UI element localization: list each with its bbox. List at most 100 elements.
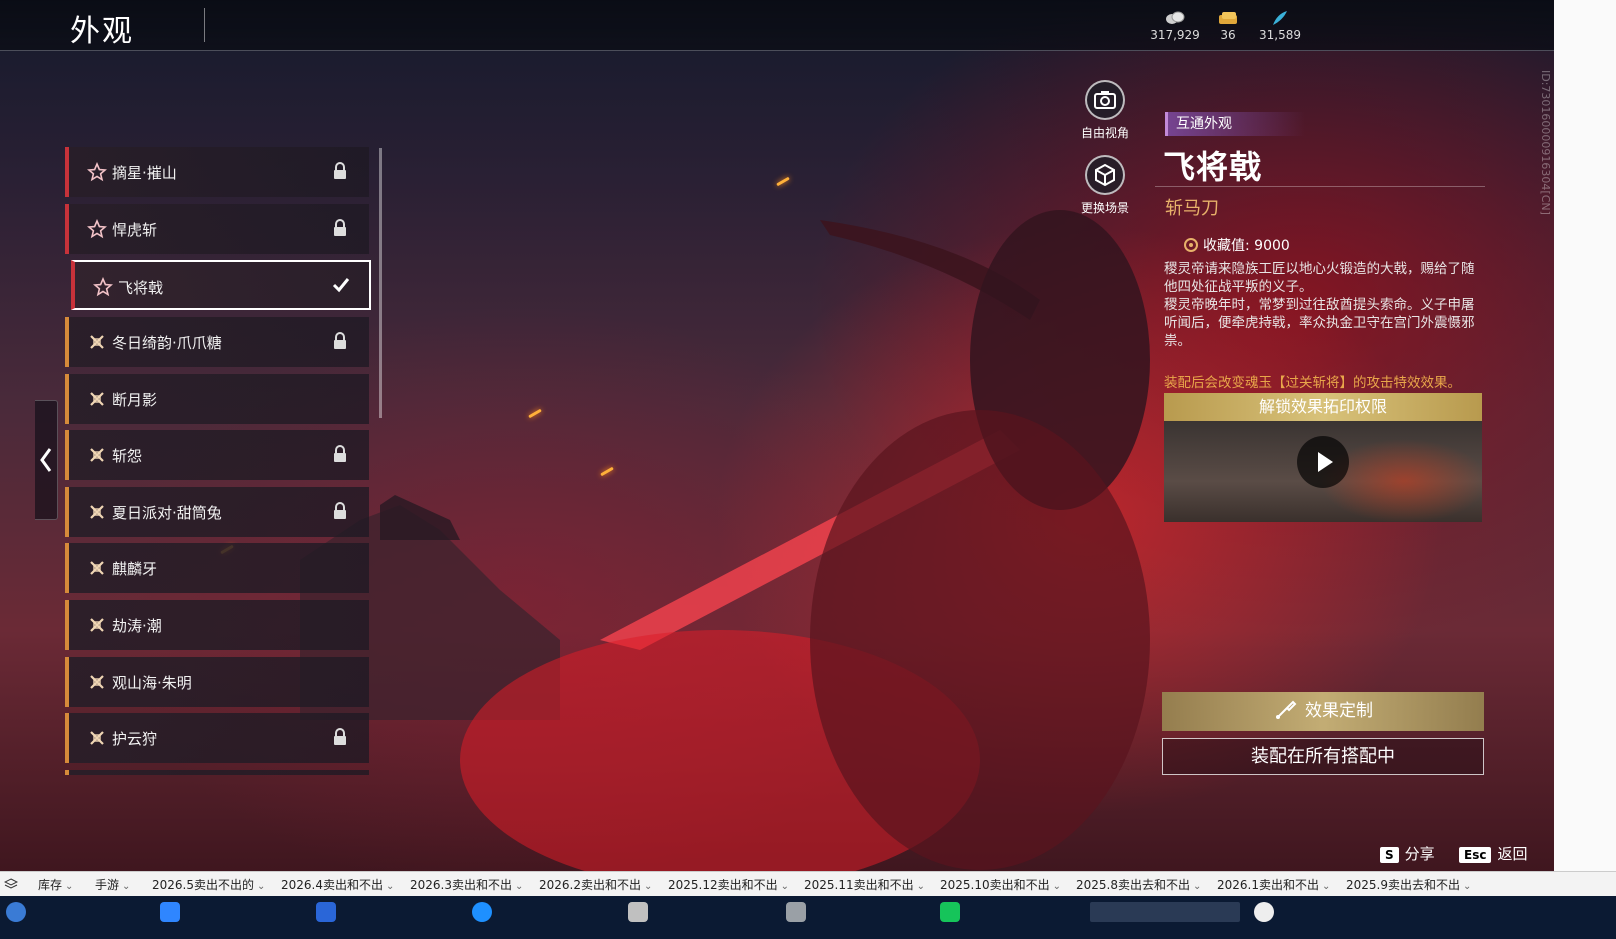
item-label: 观山海·朱明 bbox=[112, 674, 192, 692]
bookmark-folder[interactable]: 2026.4卖出和不出 ⌄ bbox=[281, 876, 394, 893]
list-item-partial[interactable] bbox=[65, 770, 369, 775]
lock-icon bbox=[334, 445, 346, 462]
cross-icon bbox=[90, 675, 104, 689]
bookmark-label: 2025.9卖出去和不出 bbox=[1346, 878, 1460, 892]
bookmark-folder[interactable]: 2025.8卖出去和不出 ⌄ bbox=[1076, 876, 1201, 893]
cross-icon bbox=[90, 448, 104, 462]
chevron-down-icon: ⌄ bbox=[386, 881, 395, 892]
chevron-down-icon: ⌄ bbox=[122, 881, 131, 892]
play-icon[interactable] bbox=[1297, 436, 1349, 488]
bookmark-label: 2026.4卖出和不出 bbox=[281, 878, 383, 892]
title-divider bbox=[204, 8, 205, 42]
item-label: 断月影 bbox=[112, 391, 158, 409]
chevron-down-icon: ⌄ bbox=[515, 881, 524, 892]
bookmarks-bar: 库存 ⌄ 手游 ⌄ 2026.5卖出不出的 ⌄ 2026.4卖出和不出 ⌄ 2026.3… bbox=[0, 871, 1616, 897]
list-item-selected[interactable]: 飞将戟 bbox=[71, 260, 371, 310]
bookmark-folder[interactable]: 手游 ⌄ bbox=[95, 876, 130, 893]
chat-icon[interactable] bbox=[940, 902, 960, 922]
app-icon[interactable] bbox=[628, 902, 648, 922]
chevron-down-icon: ⌄ bbox=[1463, 881, 1472, 892]
bookmark-folder[interactable]: 2025.9卖出去和不出 ⌄ bbox=[1346, 876, 1471, 893]
list-item[interactable]: 冬日绮韵·爪爪糖 bbox=[65, 317, 369, 367]
lock-icon bbox=[334, 502, 346, 519]
customize-effect-button[interactable]: 效果定制 bbox=[1162, 692, 1484, 731]
chevron-down-icon: ⌄ bbox=[65, 881, 74, 892]
app-icon[interactable] bbox=[160, 902, 180, 922]
change-scene-label: 更换场景 bbox=[1080, 201, 1129, 215]
chevron-down-icon: ⌄ bbox=[780, 881, 790, 892]
list-item[interactable]: 断月影 bbox=[65, 374, 369, 424]
free-view-button[interactable]: 自由视角 bbox=[1075, 80, 1135, 141]
chevron-down-icon: ⌄ bbox=[1193, 881, 1202, 892]
back-label: 返回 bbox=[1497, 845, 1528, 863]
name-divider bbox=[1155, 186, 1485, 187]
lock-icon bbox=[334, 219, 346, 236]
weapon-type: 斩马刀 bbox=[1165, 198, 1219, 219]
browser-icon[interactable] bbox=[472, 902, 492, 922]
list-item[interactable]: 麒麟牙 bbox=[65, 543, 369, 593]
equip-all-button[interactable]: 装配在所有搭配中 bbox=[1162, 738, 1484, 775]
item-label: 冬日绮韵·爪爪糖 bbox=[112, 334, 222, 352]
bookmark-folder[interactable]: 2025.11卖出和不出 ⌄ bbox=[804, 876, 925, 893]
back-hint[interactable]: Esc 返回 bbox=[1459, 843, 1527, 864]
change-scene-button[interactable]: 更换场景 bbox=[1075, 155, 1135, 216]
share-label: 分享 bbox=[1404, 845, 1435, 863]
list-item[interactable]: 观山海·朱明 bbox=[65, 657, 369, 707]
item-label: 摘星·摧山 bbox=[112, 164, 177, 182]
customize-label: 效果定制 bbox=[1305, 701, 1373, 721]
share-hint[interactable]: S 分享 bbox=[1380, 843, 1435, 864]
cross-icon bbox=[90, 731, 104, 745]
chevron-down-icon: ⌄ bbox=[916, 881, 926, 892]
chevron-down-icon: ⌄ bbox=[644, 881, 653, 892]
item-label: 麒麟牙 bbox=[112, 560, 158, 578]
bookmark-folder[interactable]: 2025.10卖出和不出 ⌄ bbox=[940, 876, 1061, 893]
bookmark-label: 库存 bbox=[38, 878, 63, 892]
active-window-tab[interactable] bbox=[1090, 902, 1240, 922]
list-scrollbar[interactable] bbox=[379, 148, 382, 418]
app-icon[interactable] bbox=[786, 902, 806, 922]
list-item[interactable]: 斩怨 bbox=[65, 430, 369, 480]
appearance-list: 摘星·摧山 悍虎斩 飞将戟 冬日绮韵·爪爪糖 断月影 斩怨 夏日派对·甜筒兔 麒… bbox=[65, 145, 371, 775]
lock-icon bbox=[334, 728, 346, 745]
bookmark-folder[interactable]: 2026.2卖出和不出 ⌄ bbox=[539, 876, 652, 893]
item-label: 悍虎斩 bbox=[112, 221, 158, 239]
free-view-label: 自由视角 bbox=[1080, 126, 1129, 140]
page-title: 外观 bbox=[70, 14, 134, 49]
cube-icon bbox=[1085, 155, 1125, 195]
layers-icon bbox=[4, 878, 18, 889]
bookmark-folder[interactable]: 2026.5卖出不出的 ⌄ bbox=[152, 876, 265, 893]
bookmark-folder[interactable]: 2025.12卖出和不出 ⌄ bbox=[668, 876, 789, 893]
currency-tickets: 36 bbox=[1198, 10, 1258, 42]
bookmark-folder[interactable]: 2026.3卖出和不出 ⌄ bbox=[410, 876, 523, 893]
unlock-effect-banner[interactable]: 解锁效果拓印权限 bbox=[1164, 393, 1482, 421]
chevron-left-icon bbox=[40, 448, 52, 472]
collapse-panel-button[interactable] bbox=[35, 400, 58, 520]
effect-preview-video[interactable] bbox=[1164, 421, 1482, 522]
list-item[interactable]: 摘星·摧山 bbox=[65, 147, 369, 197]
bookmark-folder[interactable]: 库存 ⌄ bbox=[38, 876, 73, 893]
item-description: 稷灵帝请来隐族工匠以地心火锻造的大戟，赐给了随他四处征战平叛的义子。 稷灵帝晚年… bbox=[1164, 260, 1486, 350]
lock-icon bbox=[334, 162, 346, 179]
bookmark-folder[interactable]: 2026.1卖出和不出 ⌄ bbox=[1217, 876, 1330, 893]
bookmark-label: 2026.2卖出和不出 bbox=[539, 878, 641, 892]
camera-icon bbox=[1085, 80, 1125, 120]
cross-icon bbox=[90, 618, 104, 632]
list-item[interactable]: 劫涛·潮 bbox=[65, 600, 369, 650]
effect-note: 装配后会改变魂玉【过关斩将】的攻击特效效果。 bbox=[1164, 375, 1461, 391]
item-label: 夏日派对·甜筒兔 bbox=[112, 504, 222, 522]
bookmark-label: 2026.3卖出和不出 bbox=[410, 878, 512, 892]
currency-feathers: 31,589 bbox=[1250, 10, 1310, 42]
currency-value: 317,929 bbox=[1150, 28, 1200, 42]
currency-value: 31,589 bbox=[1259, 28, 1301, 42]
app-icon[interactable] bbox=[316, 902, 336, 922]
start-icon[interactable] bbox=[6, 902, 26, 922]
app-icon[interactable] bbox=[1254, 902, 1274, 922]
list-item[interactable]: 悍虎斩 bbox=[65, 204, 369, 254]
bookmark-label: 2026.5卖出不出的 bbox=[152, 878, 254, 892]
cross-icon bbox=[90, 335, 104, 349]
bookmark-label: 2025.10卖出和不出 bbox=[940, 878, 1050, 892]
list-item[interactable]: 护云狩 bbox=[65, 713, 369, 763]
lock-icon bbox=[334, 332, 346, 349]
star-icon bbox=[87, 219, 107, 239]
list-item[interactable]: 夏日派对·甜筒兔 bbox=[65, 487, 369, 537]
